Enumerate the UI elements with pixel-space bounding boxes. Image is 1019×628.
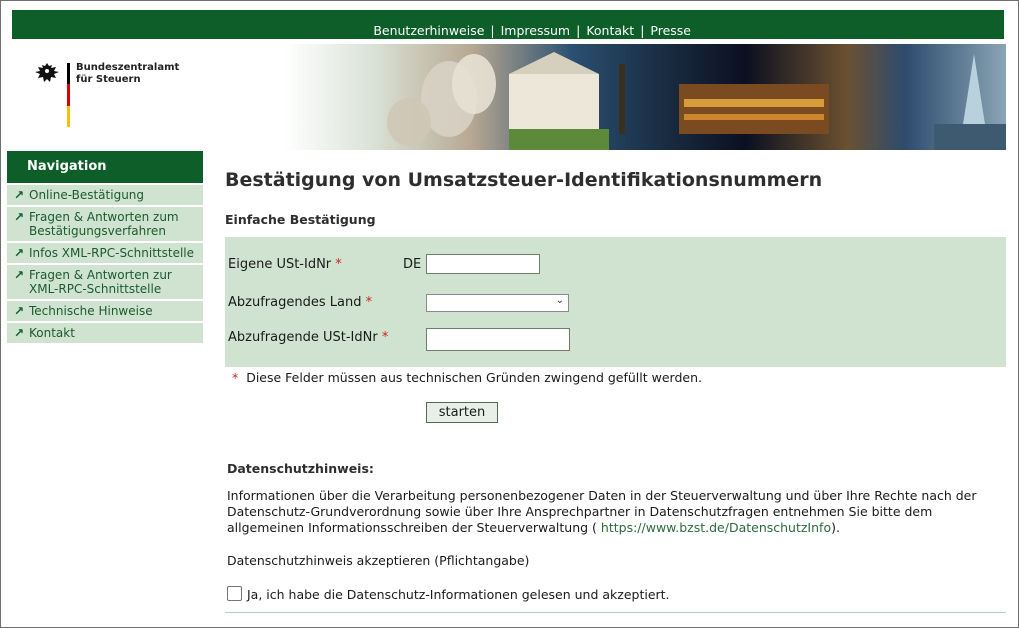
link-benutzerhinweise[interactable]: Benutzerhinweise	[373, 23, 484, 38]
vat-form: Eigene USt-IdNr * DE Abzufragendes Land …	[225, 237, 1006, 367]
nav-heading: Navigation	[7, 151, 203, 183]
german-flag-stripe	[67, 63, 70, 127]
link-kontakt[interactable]: Kontakt	[586, 23, 634, 38]
own-vat-label: Eigene USt-IdNr *	[228, 257, 342, 272]
nav-item-kontakt[interactable]: ↗ Kontakt	[7, 323, 203, 343]
nav-item-label: Kontakt	[29, 326, 75, 340]
arrow-up-right-icon: ↗	[14, 326, 25, 340]
arrow-up-right-icon: ↗	[14, 246, 25, 260]
privacy-title: Datenschutzhinweis:	[227, 461, 374, 476]
logo-text: Bundeszentralamt für Steuern	[76, 62, 179, 86]
nav-item-label: Technische Hinweise	[29, 304, 153, 318]
nav-item-label: Online-Bestätigung	[29, 188, 145, 202]
page-title: Bestätigung von Umsatzsteuer-Identifikat…	[225, 169, 823, 191]
nav-item-label: Infos XML-RPC-Schnittstelle	[29, 246, 194, 260]
separator: |	[490, 23, 495, 38]
divider	[225, 612, 1006, 613]
top-bar: Benutzerhinweise | Impressum | Kontakt | Press…	[12, 10, 1004, 39]
nav-item-online-bestaetigung[interactable]: ↗ Online-Bestätigung	[7, 185, 203, 205]
link-impressum[interactable]: Impressum	[501, 23, 570, 38]
privacy-info-link[interactable]: https://www.bzst.de/DatenschutzInfo	[601, 520, 831, 535]
required-note-text: Diese Felder müssen aus technischen Grün…	[246, 370, 702, 385]
nav-item-xml-rpc-infos[interactable]: ↗ Infos XML-RPC-Schnittstelle	[7, 243, 203, 263]
chevron-down-icon: ⌄	[555, 295, 564, 306]
own-vat-input[interactable]	[426, 254, 540, 274]
logo-line-1: Bundeszentralamt	[76, 62, 180, 73]
bzst-logo[interactable]: Bundeszentralamt für Steuern	[34, 61, 194, 131]
own-vat-prefix: DE	[403, 257, 422, 272]
query-vat-label-text: Abzufragende USt-IdNr	[228, 330, 378, 345]
country-select[interactable]: ⌄	[426, 294, 569, 312]
link-presse[interactable]: Presse	[650, 23, 691, 38]
arrow-up-right-icon: ↗	[14, 268, 25, 282]
arrow-up-right-icon: ↗	[14, 210, 25, 224]
banner-collage	[387, 52, 1006, 150]
section-title: Einfache Bestätigung	[225, 212, 376, 227]
header-banner-image	[284, 44, 1006, 150]
required-marker: *	[381, 330, 389, 345]
nav-item-xml-rpc-faq[interactable]: ↗ Fragen & Antworten zur XML-RPC-Schnitts…	[7, 265, 203, 299]
separator: |	[640, 23, 645, 38]
required-marker: *	[232, 370, 239, 385]
arrow-up-right-icon: ↗	[14, 304, 25, 318]
privacy-text: Informationen über die Verarbeitung pers…	[227, 488, 987, 536]
required-marker: *	[335, 257, 342, 272]
country-label: Abzufragendes Land *	[228, 295, 372, 310]
country-label-text: Abzufragendes Land	[228, 295, 362, 310]
logo-line-2: für Steuern	[76, 74, 141, 85]
separator: |	[576, 23, 581, 38]
own-vat-label-text: Eigene USt-IdNr	[228, 257, 332, 272]
nav-item-label: Fragen & Antworten zum Bestätigungsverfa…	[29, 210, 179, 238]
start-button[interactable]: starten	[426, 402, 498, 423]
required-fields-note: * Diese Felder müssen aus technischen Gr…	[232, 370, 702, 385]
query-vat-input[interactable]	[426, 328, 570, 351]
nav-item-faq-bestaetigung[interactable]: ↗ Fragen & Antworten zum Bestätigungsverf…	[7, 207, 203, 241]
nav-item-label: Fragen & Antworten zur XML-RPC-Schnittst…	[29, 268, 172, 296]
federal-eagle-icon	[35, 63, 59, 82]
top-links: Benutzerhinweise | Impressum | Kontakt | Press…	[373, 23, 691, 38]
privacy-checkbox-label[interactable]: Ja, ich habe die Datenschutz-Information…	[247, 587, 670, 602]
privacy-accept-label: Datenschutzhinweis akzeptieren (Pflichta…	[227, 553, 530, 568]
privacy-checkbox[interactable]	[227, 586, 242, 601]
privacy-text-end: ).	[831, 520, 840, 535]
privacy-checkbox-row[interactable]: Ja, ich habe die Datenschutz-Information…	[227, 586, 670, 602]
sidebar-navigation: Navigation ↗ Online-Bestätigung ↗ Fragen &…	[7, 151, 203, 343]
query-vat-label: Abzufragende USt-IdNr *	[228, 330, 388, 345]
arrow-up-right-icon: ↗	[14, 188, 25, 202]
nav-item-technische-hinweise[interactable]: ↗ Technische Hinweise	[7, 301, 203, 321]
required-marker: *	[365, 295, 373, 310]
